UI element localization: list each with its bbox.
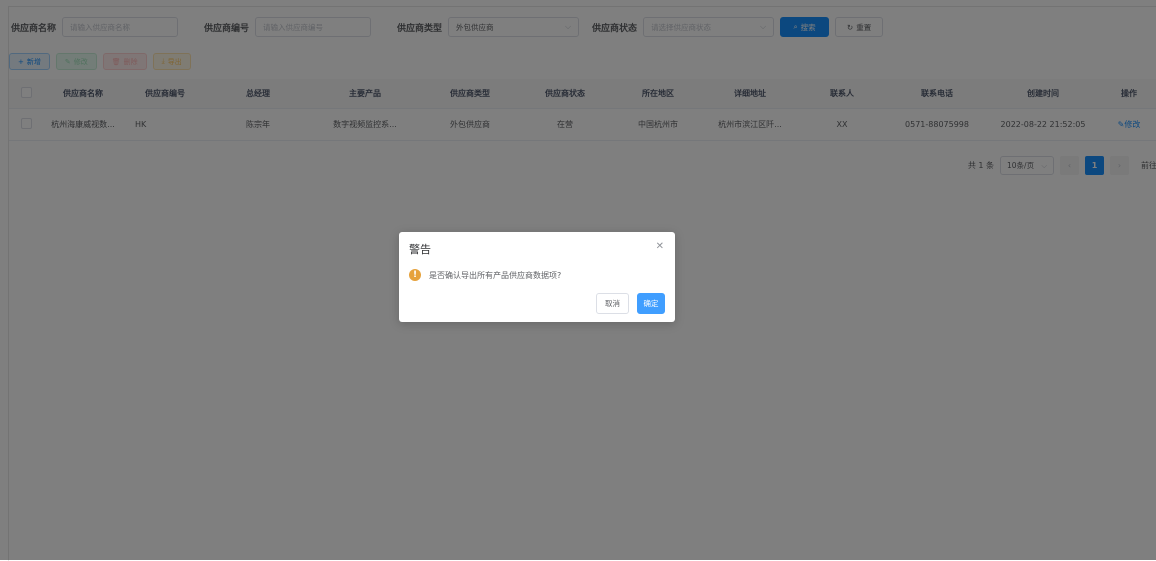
confirm-dialog: 警告 ✕ ! 是否确认导出所有产品供应商数据项? 取消 确定 bbox=[399, 232, 675, 322]
close-icon[interactable]: ✕ bbox=[656, 241, 664, 252]
confirm-button[interactable]: 确定 bbox=[637, 293, 665, 314]
dialog-body: ! 是否确认导出所有产品供应商数据项? bbox=[409, 269, 561, 281]
cancel-button[interactable]: 取消 bbox=[596, 293, 629, 314]
dialog-title: 警告 bbox=[409, 243, 431, 256]
dialog-message: 是否确认导出所有产品供应商数据项? bbox=[429, 270, 562, 280]
dialog-actions: 取消 确定 bbox=[596, 293, 665, 314]
warning-icon: ! bbox=[409, 269, 421, 281]
